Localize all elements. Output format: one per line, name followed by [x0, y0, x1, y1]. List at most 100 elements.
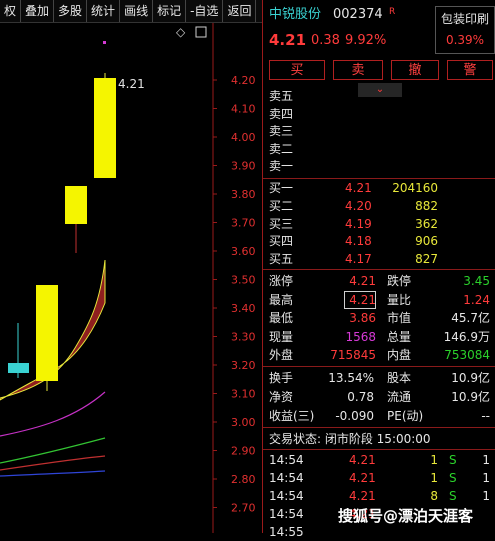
- price-tick-label: 3.10: [231, 388, 256, 401]
- tick-price: 4.21: [349, 489, 376, 503]
- toolbar-item-2[interactable]: 多股: [54, 0, 88, 22]
- stat-value: 1.24: [463, 292, 490, 307]
- finance-row: 收益(三) -0.090 PE(动) --: [263, 408, 495, 425]
- quote-panel: 中锐股份 002374 R 4.21 0.38 9.92% 包装印刷 0.39%…: [262, 0, 495, 539]
- sell-button[interactable]: 卖: [333, 60, 383, 80]
- sell-row-label: 卖四: [269, 106, 294, 121]
- toolbar-item-6[interactable]: -自选: [186, 0, 224, 22]
- chart-toolbar: 权叠加 多股 统计 画线 标记 -自选 返回: [0, 0, 262, 23]
- stat-row: 最高 4.21 量比 1.24: [263, 292, 495, 309]
- price-tick-label: 3.30: [231, 331, 256, 344]
- ma-curve-red: [0, 455, 106, 471]
- sell-row: 卖五: [263, 88, 495, 105]
- tick-price: 4.21: [349, 453, 376, 467]
- price-tick-label: 3.20: [231, 359, 256, 372]
- price-tick-label: 3.60: [231, 245, 256, 258]
- candle-1-body: [8, 363, 29, 373]
- price-tick-label: 2.80: [231, 473, 256, 486]
- buy-row-label: 买四: [269, 234, 294, 249]
- toolbar-item-7[interactable]: 返回: [223, 0, 257, 22]
- tick-row: 14:54 4.21 8 S 1: [263, 488, 495, 505]
- buy-row: 买五 4.17 827: [263, 251, 495, 268]
- price-tick-label: 4.00: [231, 131, 256, 144]
- price-tick-label: 3.70: [231, 217, 256, 230]
- stat-row: 涨停 4.21 跌停 3.45: [263, 273, 495, 290]
- divider: [263, 178, 495, 179]
- cancel-button[interactable]: 撤: [391, 60, 439, 80]
- finance-value: 0.78: [347, 390, 374, 404]
- stock-flag: R: [389, 7, 396, 17]
- stat-label: 最高: [269, 292, 294, 307]
- tick-count: 1: [482, 471, 490, 485]
- buy-row-price: 4.19: [345, 216, 372, 231]
- stat-label: 现量: [269, 329, 294, 344]
- finance-label: 收益(三): [269, 409, 315, 423]
- stat-value: 715845: [330, 348, 376, 362]
- buy-row-label: 买一: [269, 181, 294, 195]
- finance-row: 换手 13.54% 股本 10.9亿: [263, 370, 495, 387]
- finance-label: 换手: [269, 371, 294, 385]
- toolbar-item-5[interactable]: 标记: [153, 0, 187, 22]
- price-tick-label: 2.70: [231, 502, 256, 515]
- last-price-label: 4.21: [118, 77, 145, 91]
- window-icon: [195, 26, 207, 38]
- buy-row: 买四 4.18 906: [263, 233, 495, 250]
- sector-box[interactable]: 包装印刷 0.39%: [435, 6, 495, 54]
- price-tick-label: 2.90: [231, 445, 256, 458]
- finance-label: 净资: [269, 390, 294, 404]
- stat-value: 146.9万: [443, 329, 490, 344]
- buy-row-price: 4.17: [345, 252, 372, 267]
- buy-row-volume: 906: [415, 234, 438, 249]
- toolbar-item-4[interactable]: 画线: [120, 0, 154, 22]
- tick-count: 1: [482, 489, 490, 503]
- sector-pct: 0.39%: [445, 33, 485, 47]
- divider: [263, 269, 495, 270]
- price-tick-label: 3.00: [231, 416, 256, 429]
- current-price: 4.21: [269, 31, 307, 49]
- buy-row-volume: 827: [415, 252, 438, 267]
- divider: [263, 449, 495, 450]
- finance-value: 10.9亿: [451, 371, 490, 385]
- stat-label: 市值: [387, 311, 412, 325]
- buy-row-label: 买三: [269, 216, 294, 231]
- tick-volume: 1: [430, 471, 438, 485]
- tick-side: S: [449, 453, 457, 467]
- divider: [263, 366, 495, 367]
- buy-row-volume: 204160: [392, 181, 438, 195]
- toolbar-item-3[interactable]: 统计: [87, 0, 121, 22]
- high-price-box: [344, 291, 376, 309]
- stat-label: 内盘: [387, 348, 412, 362]
- sell-row-label: 卖一: [269, 159, 294, 173]
- trade-status: 交易状态: 闭市阶段 15:00:00: [263, 431, 495, 448]
- buy-button[interactable]: 买: [269, 60, 325, 80]
- buy-row-volume: 362: [415, 216, 438, 231]
- sector-name: 包装印刷: [440, 12, 489, 26]
- stat-label: 跌停: [387, 274, 412, 288]
- toolbar-item-0[interactable]: 权: [0, 0, 22, 22]
- stat-value: 45.7亿: [451, 311, 490, 325]
- toolbar-item-1[interactable]: 叠加: [21, 0, 55, 22]
- tick-time: 14:54: [269, 471, 304, 485]
- buy-row: 买一 4.21 204160: [263, 180, 495, 197]
- finance-label: 股本: [387, 371, 412, 385]
- finance-value: 10.9亿: [451, 390, 490, 404]
- stat-label: 涨停: [269, 274, 294, 288]
- tick-row: 14:54 4.21 1 S 1: [263, 452, 495, 469]
- tick-time: 14:54: [269, 489, 304, 503]
- buy-row-price: 4.21: [345, 181, 372, 195]
- candle-2-body: [36, 285, 58, 381]
- price-tick-label: 3.80: [231, 188, 256, 201]
- buy-row-volume: 882: [415, 198, 438, 213]
- tick-count: 1: [482, 453, 490, 467]
- candlestick-chart[interactable]: ◇ 4.21 4.20 4.10 4.00 3.90 3.80 3.70 3.60 3.50 3…: [0, 23, 262, 533]
- price-change: 0.38: [311, 33, 340, 48]
- tick-volume: 1: [430, 453, 438, 467]
- candle-4-body: [94, 78, 116, 178]
- sell-row-label: 卖三: [269, 124, 294, 138]
- alert-button[interactable]: 警: [447, 60, 493, 80]
- stat-label: 最低: [269, 311, 294, 325]
- stat-row: 最低 3.86 市值 45.7亿: [263, 310, 495, 327]
- diamond-icon: ◇: [176, 25, 186, 39]
- trade-status-text: 交易状态: 闭市阶段 15:00:00: [269, 432, 431, 446]
- divider: [263, 427, 495, 428]
